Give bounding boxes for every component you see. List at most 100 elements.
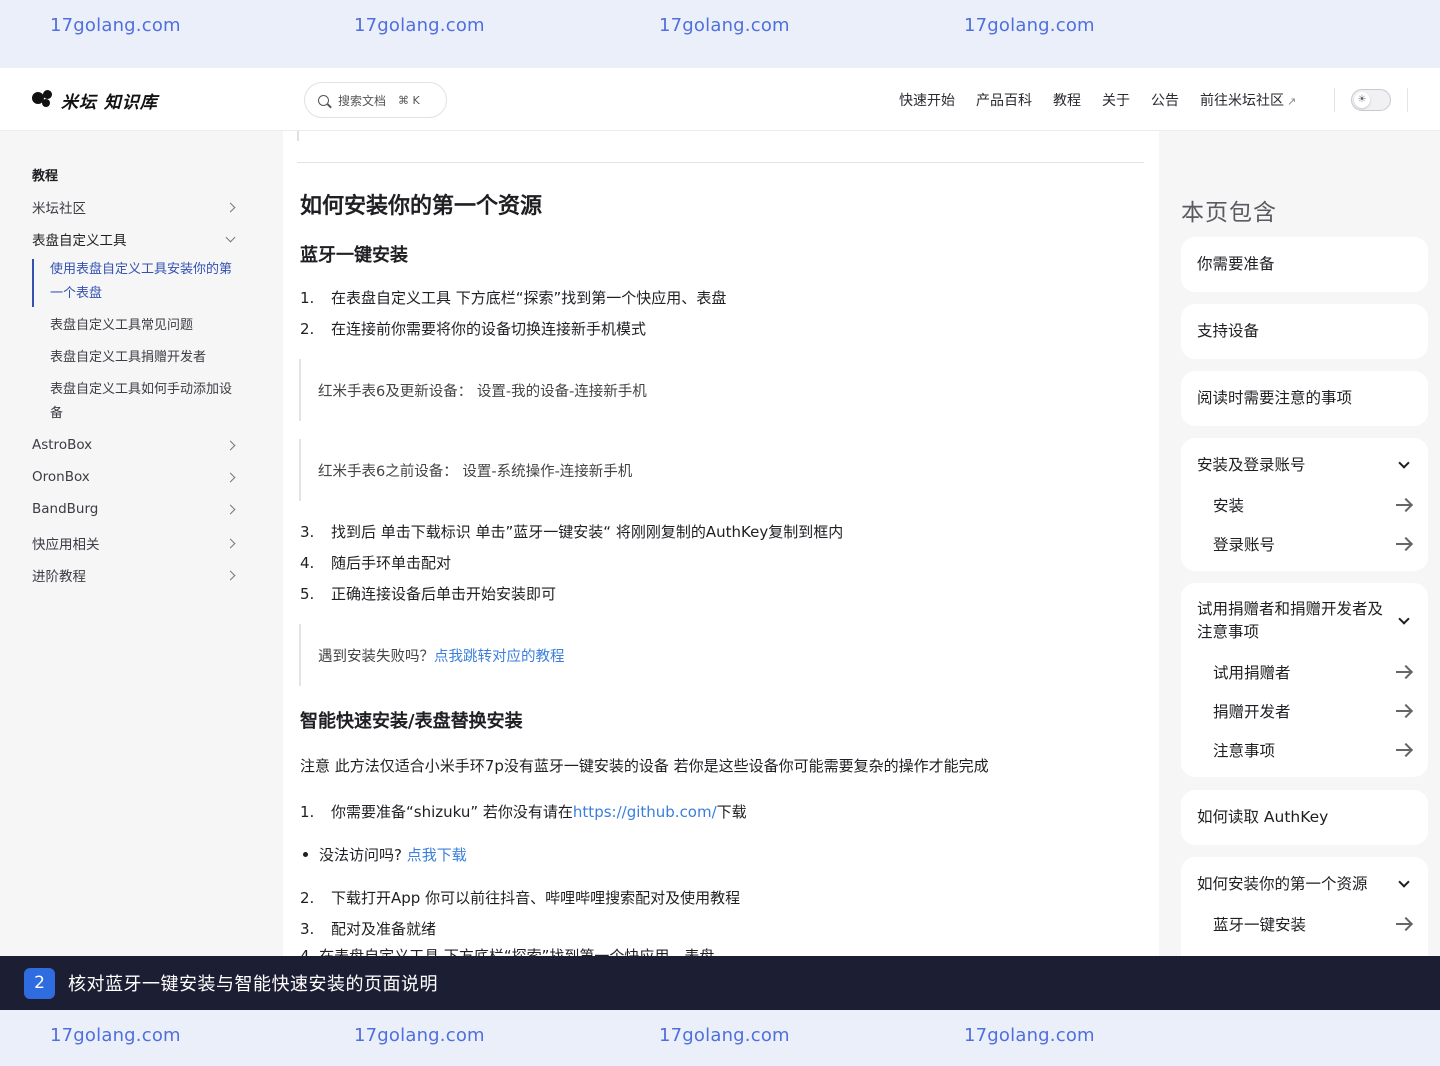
toc-title: 本页包含 [1181,200,1277,226]
toc-card[interactable]: 支持设备 [1181,304,1428,359]
toc-sublink[interactable]: 蓝牙一键安装 [1213,913,1412,935]
quote-border-fragment [297,131,299,141]
watermark-band-top: 17golang.com 17golang.com 17golang.com 1… [0,0,1440,68]
toc-label: 安装及登录账号 [1197,456,1306,474]
toc-card[interactable]: 如何读取 AuthKey [1181,790,1428,845]
nav-divider [1334,88,1335,112]
bullet-dot [303,852,308,857]
list-number: 1. [300,803,315,821]
toc-label: 支持设备 [1197,322,1260,340]
list-number: 2. [300,889,315,907]
sidebar-item-astrobox[interactable]: AstroBox [32,437,242,453]
toc-link[interactable]: 你需要准备 [1197,253,1412,276]
nav-link-about[interactable]: 关于 [1102,90,1130,110]
search-shortcut: ⌘ K [398,93,420,107]
toc-sublink[interactable]: 安装 [1213,494,1412,516]
toc-sublabel: 捐赠开发者 [1213,703,1291,721]
watermark-text: 17golang.com [50,15,181,36]
nav-link-quickstart[interactable]: 快速开始 [899,90,955,110]
list-text: 你需要准备“shizuku” 若你没有请在 [331,803,573,821]
list-number: 2. [300,320,315,338]
toc-sublink[interactable]: 试用捐赠者 [1213,661,1412,683]
sidebar-item-label: 米坛社区 [32,201,86,217]
sidebar-item-label: 快应用相关 [32,537,100,553]
sidebar-item-community[interactable]: 米坛社区 [32,197,242,217]
toc-link[interactable]: 试用捐赠者和捐赠开发者及注意事项 [1197,598,1412,644]
chevron-down-icon[interactable] [1398,612,1410,625]
theme-toggle[interactable]: ☀ [1351,89,1391,111]
watermark-text: 17golang.com [964,1025,1095,1046]
nav-link-product-wiki[interactable]: 产品百科 [976,90,1032,110]
list-text: 下载 [716,803,747,821]
arrow-right-icon [1396,665,1412,679]
chevron-right-icon [225,504,236,514]
nav-link-tutorials[interactable]: 教程 [1053,90,1081,110]
list-item: 3. 找到后 单击下载标识 单击”蓝牙一键安装“ 将刚刚复制的AuthKey复制到… [300,521,843,542]
sidebar-subitem-add-device[interactable]: 表盘自定义工具如何手动添加设备 [50,378,240,426]
sidebar: 教程 米坛社区 表盘自定义工具 使用表盘自定义工具安装你的第一个表盘 表盘自定义… [0,131,283,956]
toc-sublink[interactable]: 注意事项 [1213,739,1412,761]
sidebar-item-quick-apps[interactable]: 快应用相关 [32,533,242,553]
bullet-item: 没法访问吗? 点我下载 [300,844,467,865]
sidebar-item-label: OronBox [32,469,90,485]
nav-link-community[interactable]: 前往米坛社区 ↗ [1200,90,1296,110]
sidebar-item-advanced[interactable]: 进阶教程 [32,565,242,585]
table-of-contents: 本页包含 你需要准备 支持设备 阅读时需要注意的事项 安装及登录账号 安装 登录… [1159,131,1440,956]
quote-text: 遇到安装失败吗？ [318,648,434,665]
sidebar-item-label: AstroBox [32,437,93,453]
sidebar-item-dial-tool[interactable]: 表盘自定义工具 [32,229,242,249]
quote-text: 红米手表6之前设备： 设置-系统操作-连接新手机 [318,463,633,480]
arrow-right-icon [1396,917,1412,931]
site-logo[interactable]: 米坛 知识库 [32,87,158,113]
search-icon [318,94,329,106]
logo-text: 米坛 知识库 [61,92,158,113]
list-text: 下载打开App 你可以前往抖音、哔哩哔哩搜索配对及使用教程 [331,889,741,907]
sidebar-item-oronbox[interactable]: OronBox [32,469,242,485]
download-link[interactable]: 点我下载 [407,846,467,864]
step-caption-text: 核对蓝牙一键安装与智能快速安装的页面说明 [68,974,438,995]
toc-link[interactable]: 如何读取 AuthKey [1197,806,1412,829]
list-item-cut-off: 4. 在表盘自定义工具 下方底栏“探索”找到第一个快应用、表盘 [300,947,715,956]
toc-label: 试用捐赠者和捐赠开发者及注意事项 [1197,600,1384,641]
toc-link[interactable]: 安装及登录账号 [1197,454,1412,477]
toc-card[interactable]: 你需要准备 [1181,237,1428,292]
toc-card[interactable]: 阅读时需要注意的事项 [1181,371,1428,426]
toc-link[interactable]: 支持设备 [1197,320,1412,343]
chevron-down-icon [225,232,236,242]
sidebar-subitem-donate[interactable]: 表盘自定义工具捐赠开发者 [50,346,240,370]
main-nav: 快速开始 产品百科 教程 关于 公告 前往米坛社区 ↗ [899,68,1317,131]
toc-sublink[interactable]: 捐赠开发者 [1213,700,1412,722]
toc-sublabel: 蓝牙一键安装 [1213,916,1307,934]
step-badge: 2 [24,967,55,999]
nav-divider [1407,88,1408,112]
sidebar-subitem-install-first-dial[interactable]: 使用表盘自定义工具安装你的第一个表盘 [50,258,240,306]
chevron-down-icon[interactable] [1398,457,1410,469]
toc-link[interactable]: 阅读时需要注意的事项 [1197,387,1412,410]
chevron-down-icon[interactable] [1398,876,1410,888]
search-button[interactable]: 搜索文档 ⌘ K [304,82,447,118]
watermark-text: 17golang.com [354,1025,485,1046]
section-divider [297,162,1144,163]
chevron-right-icon [225,440,236,450]
tutorial-link[interactable]: 点我跳转对应的教程 [434,645,565,666]
toc-sublabel: 安装 [1213,497,1245,515]
list-text: 在表盘自定义工具 下方底栏“探索”找到第一个快应用、表盘 [331,289,727,307]
list-item: 5. 正确连接设备后单击开始安装即可 [300,583,556,604]
chevron-right-icon [225,472,236,482]
sidebar-subitem-faq[interactable]: 表盘自定义工具常见问题 [50,314,240,338]
sidebar-item-label: 进阶教程 [32,569,86,585]
toc-link[interactable]: 如何安装你的第一个资源 [1197,873,1412,896]
section-heading-bluetooth: 蓝牙一键安装 [300,245,408,266]
list-item: 3. 配对及准备就绪 [300,918,436,939]
arrow-right-icon [1396,743,1412,757]
toc-sublink[interactable]: 登录账号 [1213,533,1412,555]
sidebar-item-bandburg[interactable]: BandBurg [32,501,242,517]
list-item: 1. 在表盘自定义工具 下方底栏“探索”找到第一个快应用、表盘 [300,287,726,308]
sidebar-item-label: 表盘自定义工具 [32,233,127,249]
list-item: 4. 随后手环单击配对 [300,552,451,573]
list-text: 配对及准备就绪 [331,920,437,938]
watermark-text: 17golang.com [964,15,1095,36]
nav-link-announcements[interactable]: 公告 [1151,90,1179,110]
watermark-text: 17golang.com [659,1025,790,1046]
github-link[interactable]: https://github.com/ [573,803,717,821]
